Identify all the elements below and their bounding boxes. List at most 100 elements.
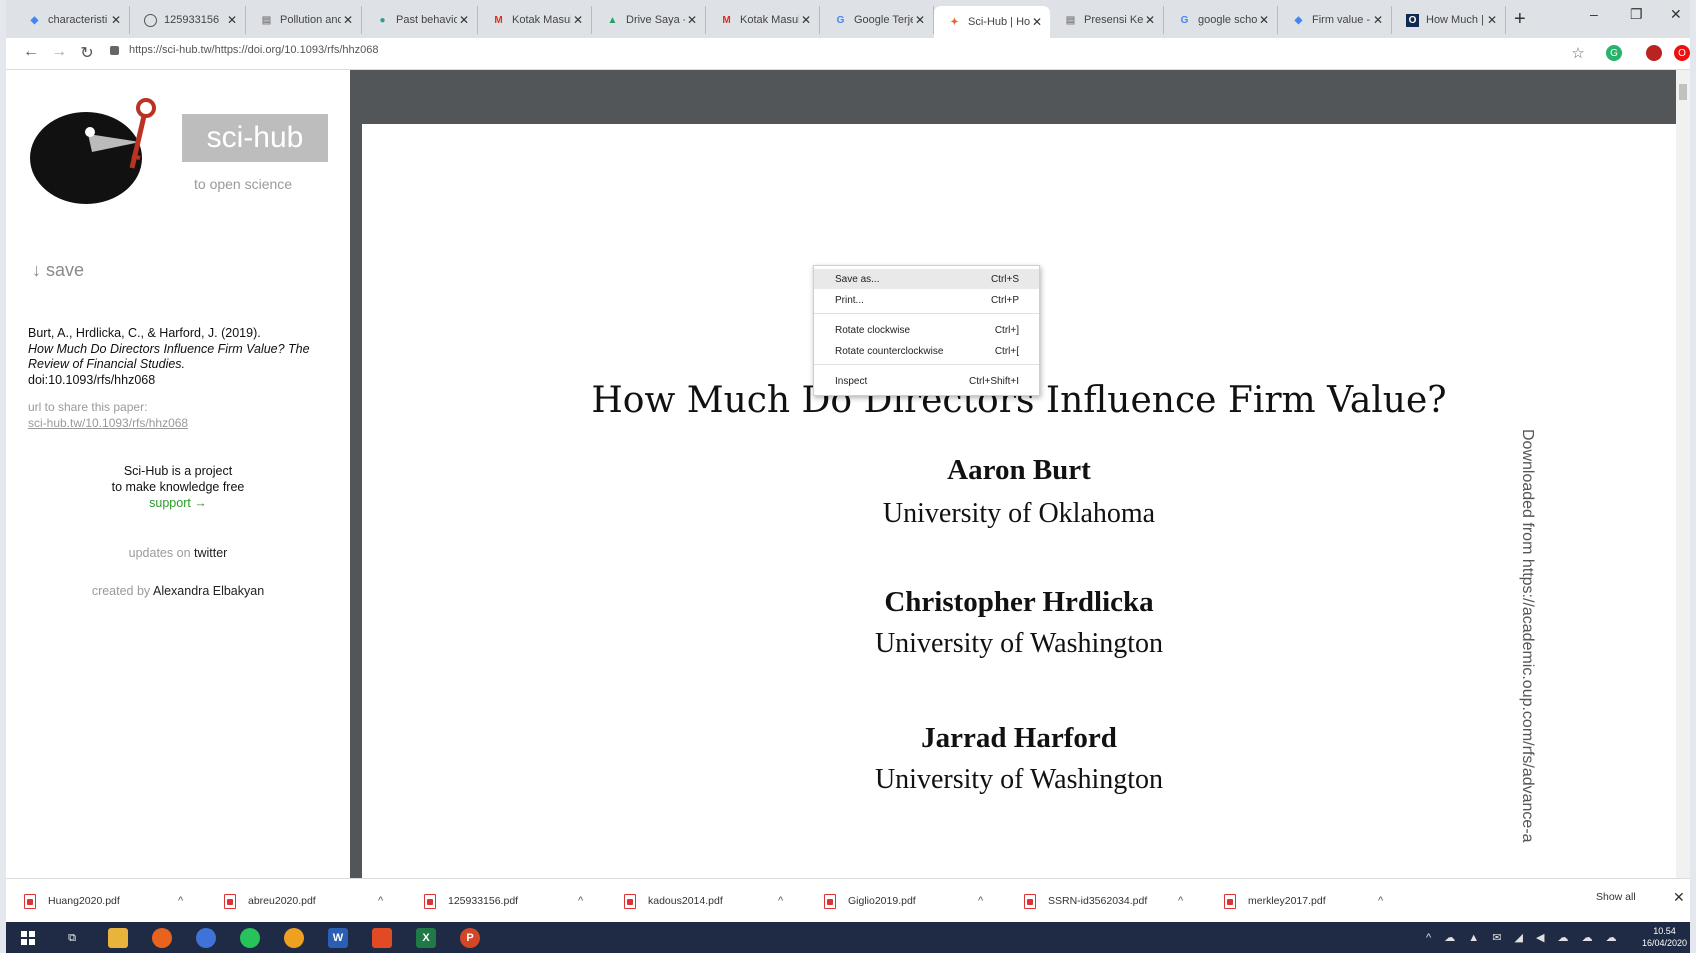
tab-8-active[interactable]: ✦ Sci-Hub | Ho ✕: [934, 6, 1050, 38]
tab-label: Google Terje: [854, 14, 913, 26]
author-affiliation: University of Washington: [874, 764, 1164, 795]
new-tab-button[interactable]: +: [1514, 8, 1526, 31]
menu-item-rotate-counterclockwise[interactable]: Rotate counterclockwise Ctrl+[: [814, 341, 1039, 361]
scihub-logo-text[interactable]: sci-hub: [182, 114, 328, 162]
close-icon[interactable]: ✕: [341, 13, 355, 27]
share-url-link[interactable]: sci-hub.tw/10.1093/rfs/hhz068: [28, 416, 188, 432]
download-filename: 125933156.pdf: [448, 895, 519, 907]
close-icon[interactable]: ✕: [225, 13, 239, 27]
extension-icon[interactable]: O: [1674, 45, 1690, 61]
save-link[interactable]: ↓ save: [32, 260, 84, 281]
restore-button[interactable]: ❐: [1630, 6, 1643, 23]
scrollbar-thumb[interactable]: [1679, 84, 1687, 100]
tab-3[interactable]: ● Past behavio ✕: [362, 6, 478, 34]
close-icon[interactable]: ✕: [1673, 889, 1685, 906]
download-item[interactable]: kadous2014.pdf ^: [624, 890, 783, 912]
tab-label: google scho: [1198, 14, 1257, 26]
tab-1[interactable]: 125933156 ✕: [130, 6, 246, 34]
watermark-text: Downloaded from https://academic.oup.com…: [1519, 429, 1536, 843]
drive-icon: ▲: [607, 14, 618, 26]
close-icon[interactable]: ✕: [109, 13, 123, 27]
menu-item-print[interactable]: Print... Ctrl+P: [814, 290, 1039, 310]
close-icon[interactable]: ✕: [571, 13, 585, 27]
chevron-up-icon[interactable]: ^: [378, 895, 383, 907]
tab-10[interactable]: G google scho ✕: [1164, 6, 1278, 34]
download-item[interactable]: SSRN-id3562034.pdf ^: [1024, 890, 1183, 912]
pdf-viewer[interactable]: How Much Do Directors Influence Firm Val…: [350, 70, 1690, 884]
chevron-up-icon[interactable]: ^: [178, 895, 183, 907]
tab-4[interactable]: M Kotak Masuk ✕: [478, 6, 592, 34]
excel-icon[interactable]: X: [416, 928, 436, 948]
chevron-up-icon[interactable]: ^: [778, 895, 783, 907]
close-icon[interactable]: ✕: [799, 13, 813, 27]
chevron-up-icon[interactable]: ^: [1378, 895, 1383, 907]
support-link[interactable]: support →: [6, 495, 350, 511]
grammarly-icon[interactable]: G: [1606, 45, 1622, 61]
powerpoint-icon[interactable]: P: [460, 928, 480, 948]
firefox-icon[interactable]: [152, 928, 172, 948]
author-link[interactable]: Alexandra Elbakyan: [153, 584, 264, 598]
whatsapp-icon[interactable]: [240, 928, 260, 948]
close-icon[interactable]: ✕: [1371, 13, 1385, 27]
download-item[interactable]: abreu2020.pdf ^: [224, 890, 383, 912]
show-all-button[interactable]: Show all: [1596, 891, 1636, 903]
system-clock[interactable]: 10.54 16/04/2020: [1642, 925, 1687, 949]
download-item[interactable]: Huang2020.pdf ^: [24, 890, 183, 912]
close-icon[interactable]: ✕: [913, 13, 927, 27]
download-item[interactable]: 125933156.pdf ^: [424, 890, 583, 912]
menu-item-inspect[interactable]: Inspect Ctrl+Shift+I: [814, 371, 1039, 391]
pdf-file-icon: [1224, 893, 1236, 909]
tab-2[interactable]: ▤ Pollution and ✕: [246, 6, 362, 34]
close-window-button[interactable]: ✕: [1670, 6, 1682, 23]
tab-9[interactable]: ▤ Presensi Kel ✕: [1050, 6, 1164, 34]
close-icon[interactable]: ✕: [1143, 13, 1157, 27]
word-icon[interactable]: W: [328, 928, 348, 948]
close-icon[interactable]: ✕: [1030, 15, 1044, 29]
bookmark-star-icon[interactable]: ☆: [1570, 45, 1586, 62]
close-icon[interactable]: ✕: [1485, 13, 1499, 27]
reload-button[interactable]: ↻: [76, 43, 98, 63]
system-tray[interactable]: ^ ☁ ▲ ✉ ◢ ◀ ☁ ☁ ☁: [1426, 931, 1622, 944]
windows-start-icon[interactable]: [18, 928, 38, 948]
pdf-page[interactable]: How Much Do Directors Influence Firm Val…: [362, 124, 1676, 884]
download-item[interactable]: merkley2017.pdf ^: [1224, 890, 1383, 912]
chrome-icon[interactable]: [196, 928, 216, 948]
clock-time: 10.54: [1653, 926, 1676, 936]
diamond-icon: ◆: [30, 14, 39, 26]
twitter-link[interactable]: twitter: [194, 546, 227, 560]
menu-item-rotate-clockwise[interactable]: Rotate clockwise Ctrl+]: [814, 320, 1039, 340]
profile-avatar[interactable]: [1646, 45, 1662, 61]
menu-item-save-as[interactable]: Save as... Ctrl+S: [814, 269, 1039, 289]
chevron-up-icon[interactable]: ^: [578, 895, 583, 907]
menu-item-label: Inspect: [835, 375, 868, 387]
task-view-icon[interactable]: ⧉: [62, 928, 82, 948]
tab-0[interactable]: ◆ characteristi ✕: [14, 6, 130, 34]
download-item[interactable]: Giglio2019.pdf ^: [824, 890, 983, 912]
chevron-up-icon[interactable]: ^: [1178, 895, 1183, 907]
close-icon[interactable]: ✕: [457, 13, 471, 27]
forward-button[interactable]: →: [48, 43, 70, 61]
address-bar[interactable]: https://sci-hub.tw/https://doi.org/10.10…: [110, 44, 378, 56]
gmail-icon: M: [722, 14, 731, 26]
minimize-button[interactable]: –: [1590, 6, 1598, 22]
project-line-1: Sci-Hub is a project: [123, 464, 233, 478]
author-affiliation: University of Oklahoma: [882, 498, 1156, 529]
tab-6[interactable]: M Kotak Masuk ✕: [706, 6, 820, 34]
chevron-up-icon[interactable]: ^: [978, 895, 983, 907]
author-affiliation: University of Washington: [874, 628, 1164, 659]
tab-5[interactable]: ▲ Drive Saya - ✕: [592, 6, 706, 34]
tab-11[interactable]: ◆ Firm value - ✕: [1278, 6, 1392, 34]
close-icon[interactable]: ✕: [685, 13, 699, 27]
scihub-sidebar: sci-hub to open science ↓ save Burt, A.,…: [6, 70, 350, 878]
acrobat-icon[interactable]: [372, 928, 392, 948]
tab-7[interactable]: G Google Terje ✕: [820, 6, 934, 34]
vertical-scrollbar[interactable]: [1676, 70, 1690, 878]
tab-12[interactable]: O How Much | ✕: [1392, 6, 1506, 34]
close-icon[interactable]: ✕: [1257, 13, 1271, 27]
back-button[interactable]: ←: [20, 43, 42, 61]
file-explorer-icon[interactable]: [108, 928, 128, 948]
globe-icon: [144, 13, 157, 27]
chrome-canary-icon[interactable]: [284, 928, 304, 948]
tab-label: Drive Saya -: [626, 14, 685, 26]
download-filename: kadous2014.pdf: [648, 895, 723, 907]
